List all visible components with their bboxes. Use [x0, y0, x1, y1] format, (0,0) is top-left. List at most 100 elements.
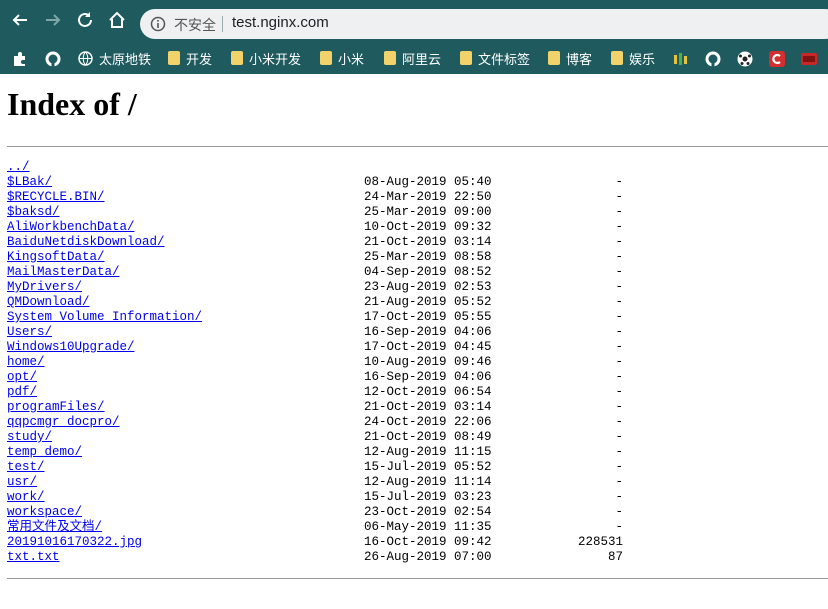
entry-link[interactable]: Windows10Upgrade/	[7, 340, 135, 354]
entry-link[interactable]: MyDrivers/	[7, 280, 82, 294]
bookmark-label: 娱乐	[629, 52, 656, 68]
entry-date: 10-Oct-2019 09:32	[364, 220, 492, 234]
colorful-bars-icon[interactable]	[672, 50, 690, 68]
entry-size: -	[615, 310, 623, 324]
bookmark-label: 小米	[338, 52, 365, 68]
listing-row: study/21-Oct-2019 08:49 -	[7, 430, 623, 445]
entry-date: 16-Sep-2019 04:06	[364, 325, 492, 339]
entry-size: -	[615, 430, 623, 444]
entry-link[interactable]: $baksd/	[7, 205, 60, 219]
entry-size: 87	[607, 550, 623, 564]
soccer-ball-icon[interactable]	[736, 50, 754, 68]
listing-row: AliWorkbenchData/10-Oct-2019 09:32 -	[7, 220, 623, 235]
entry-link[interactable]: workspace/	[7, 505, 82, 519]
entry-link[interactable]: 常用文件及文档/	[7, 520, 102, 534]
bookmark-folder-entertainment[interactable]: 娱乐	[611, 47, 655, 69]
bookmark-folder-aliyun[interactable]: 阿里云	[384, 47, 441, 69]
entry-link[interactable]: opt/	[7, 370, 37, 384]
entry-link[interactable]: 20191016170322.jpg	[7, 535, 142, 549]
listing-row: $LBak/08-Aug-2019 05:40 -	[7, 175, 623, 190]
entry-size: -	[615, 475, 623, 489]
entry-date: 15-Jul-2019 03:23	[364, 490, 492, 504]
entry-size: -	[615, 265, 623, 279]
bookmark-label: 阿里云	[402, 52, 442, 68]
bookmark-folder-dev[interactable]: 开发	[168, 47, 212, 69]
page-title: Index of /	[7, 86, 137, 122]
entry-size: -	[615, 505, 623, 519]
bookmark-label: 博客	[566, 52, 593, 68]
entry-size: -	[615, 460, 623, 474]
entry-link[interactable]: $LBak/	[7, 175, 52, 189]
entry-link[interactable]: Users/	[7, 325, 52, 339]
listing-row: work/15-Jul-2019 03:23 -	[7, 490, 623, 505]
entry-size: -	[615, 220, 623, 234]
entry-link[interactable]: AliWorkbenchData/	[7, 220, 135, 234]
github-icon[interactable]	[704, 50, 722, 68]
navigation-bar: 不安全 test.nginx.com	[0, 0, 828, 40]
info-icon[interactable]	[150, 16, 166, 32]
reload-button[interactable]	[73, 8, 97, 32]
url-text[interactable]: test.nginx.com	[232, 14, 329, 31]
entry-link[interactable]: QMDownload/	[7, 295, 90, 309]
entry-link[interactable]: BaiduNetdiskDownload/	[7, 235, 165, 249]
red-box-icon[interactable]	[800, 50, 818, 68]
bookmark-folder-blog[interactable]: 博客	[548, 47, 592, 69]
entry-link[interactable]: test/	[7, 460, 45, 474]
entry-date: 21-Oct-2019 03:14	[364, 400, 492, 414]
entry-date: 21-Oct-2019 03:14	[364, 235, 492, 249]
folder-icon	[460, 51, 472, 65]
entry-size: -	[615, 325, 623, 339]
red-c-icon[interactable]	[768, 50, 786, 68]
entry-link[interactable]: qqpcmgr_docpro/	[7, 415, 120, 429]
bookmark-folder-file-tags[interactable]: 文件标签	[460, 47, 530, 69]
arrow-left-icon	[12, 14, 27, 26]
entry-link[interactable]: MailMasterData/	[7, 265, 120, 279]
entry-link[interactable]: home/	[7, 355, 45, 369]
entry-link[interactable]: $RECYCLE.BIN/	[7, 190, 105, 204]
entry-date: 16-Sep-2019 04:06	[364, 370, 492, 384]
entry-date: 17-Oct-2019 05:55	[364, 310, 492, 324]
entry-link[interactable]: System Volume Information/	[7, 310, 202, 324]
entry-link[interactable]: temp_demo/	[7, 445, 82, 459]
listing-row: test/15-Jul-2019 05:52 -	[7, 460, 623, 475]
bookmark-folder-xiaomi[interactable]: 小米	[320, 47, 364, 69]
listing-row: usr/12-Aug-2019 11:14 -	[7, 475, 623, 490]
forward-button[interactable]	[41, 8, 65, 32]
entry-link[interactable]: usr/	[7, 475, 37, 489]
arrow-right-icon	[46, 14, 61, 26]
listing-row: MyDrivers/23-Aug-2019 02:53 -	[7, 280, 623, 295]
folder-icon	[168, 51, 180, 65]
page-content: Index of / ../$LBak/08-Aug-2019 05:40- $R…	[0, 74, 828, 609]
entry-link[interactable]: ../	[7, 160, 30, 174]
security-label: 不安全	[174, 18, 216, 34]
entry-link[interactable]: study/	[7, 430, 52, 444]
entry-link[interactable]: work/	[7, 490, 45, 504]
github-icon[interactable]	[44, 50, 62, 68]
listing-row: ../	[7, 160, 202, 175]
entry-date: 25-Mar-2019 09:00	[364, 205, 492, 219]
address-bar[interactable]: 不安全 test.nginx.com	[140, 9, 828, 39]
entry-size: -	[615, 250, 623, 264]
back-button[interactable]	[8, 8, 32, 32]
entry-date: 21-Aug-2019 05:52	[364, 295, 492, 309]
entry-date: 08-Aug-2019 05:40	[364, 175, 492, 189]
listing-row: qqpcmgr_docpro/24-Oct-2019 22:06 -	[7, 415, 623, 430]
entry-link[interactable]: txt.txt	[7, 550, 60, 564]
entry-link[interactable]: KingsoftData/	[7, 250, 105, 264]
entry-date: 26-Aug-2019 07:00	[364, 550, 492, 564]
entry-link[interactable]: pdf/	[7, 385, 37, 399]
listing-row: programFiles/21-Oct-2019 03:14 -	[7, 400, 623, 415]
bookmark-taiyuan-metro[interactable]: 太原地铁	[78, 47, 151, 69]
entry-link[interactable]: programFiles/	[7, 400, 105, 414]
extensions-icon[interactable]	[11, 50, 29, 68]
home-button[interactable]	[105, 8, 129, 32]
listing-row: MailMasterData/04-Sep-2019 08:52 -	[7, 265, 623, 280]
bookmark-folder-xiaomi-dev[interactable]: 小米开发	[231, 47, 301, 69]
listing-row: opt/16-Sep-2019 04:06 -	[7, 370, 623, 385]
listing-row: workspace/23-Oct-2019 02:54 -	[7, 505, 623, 520]
entry-date: 21-Oct-2019 08:49	[364, 430, 492, 444]
listing-row: BaiduNetdiskDownload/21-Oct-2019 03:14 -	[7, 235, 623, 250]
entry-date: 12-Aug-2019 11:15	[364, 445, 492, 459]
entry-date: 12-Aug-2019 11:14	[364, 475, 492, 489]
entry-size: -	[615, 415, 623, 429]
